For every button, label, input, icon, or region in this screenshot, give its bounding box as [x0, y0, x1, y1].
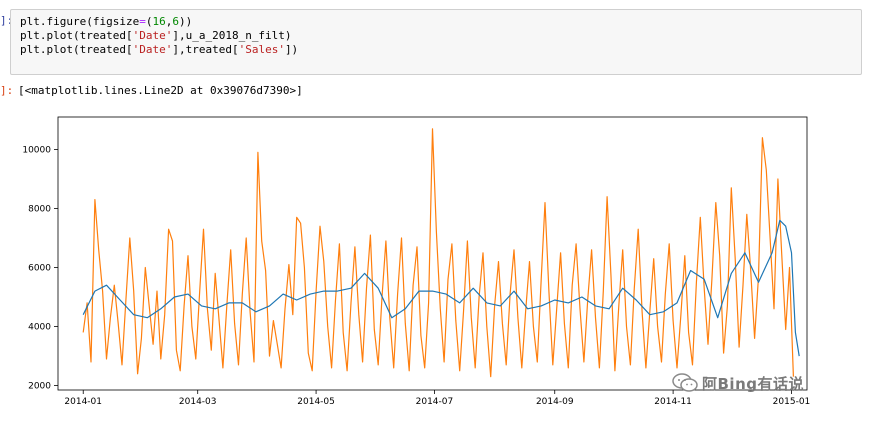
- y-tick-label: 4000: [28, 323, 51, 333]
- plot-frame: [57, 116, 808, 391]
- y-tick-label: 8000: [28, 204, 51, 214]
- x-tick-label: 2015-01: [773, 397, 811, 407]
- x-tick-label: 2014-01: [64, 397, 102, 407]
- code-cell[interactable]: plt.figure(figsize=(16,6)) plt.plot(trea…: [10, 9, 862, 75]
- x-tick-label: 2014-11: [654, 397, 692, 407]
- output-prompt: ]:: [0, 84, 14, 97]
- wechat-icon: [672, 373, 698, 392]
- code-line-1: plt.figure(figsize=(16,6)): [20, 15, 193, 28]
- x-tick-label: 2014-09: [536, 397, 574, 407]
- watermark-text: 阿Bing有话说: [702, 374, 804, 393]
- code-line-2: plt.plot(treated['Date'],u_a_2018_n_filt…: [20, 29, 292, 42]
- y-tick-label: 10000: [22, 145, 51, 155]
- y-tick-label: 2000: [28, 382, 51, 392]
- output-text: [<matplotlib.lines.Line2D at 0x39076d739…: [18, 84, 303, 97]
- watermark: 阿Bing有话说: [672, 372, 804, 394]
- y-tick-label: 6000: [28, 264, 51, 274]
- series-line-1: [82, 128, 794, 378]
- code-line-3: plt.plot(treated['Date'],treated['Sales'…: [20, 43, 299, 56]
- series-line-2: [82, 219, 800, 357]
- x-tick-label: 2014-07: [416, 397, 454, 407]
- x-tick-label: 2014-03: [179, 397, 217, 407]
- x-tick-label: 2014-05: [297, 397, 335, 407]
